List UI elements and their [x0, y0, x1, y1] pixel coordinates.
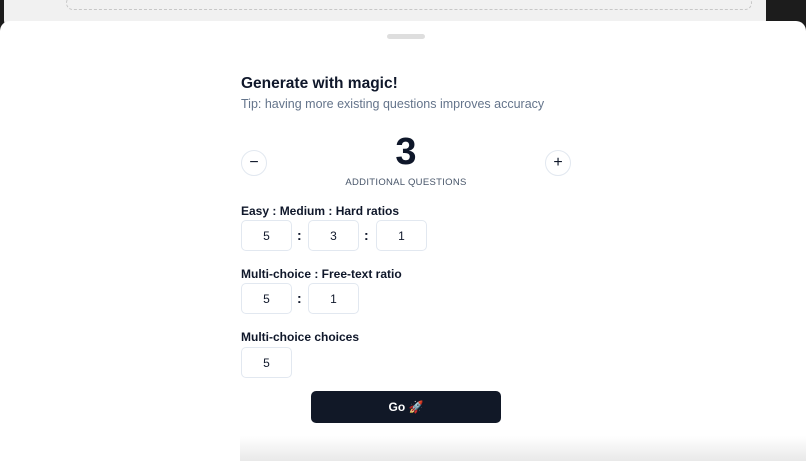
free-text-ratio-input[interactable]: 1 — [308, 283, 359, 314]
medium-ratio-input[interactable]: 3 — [308, 220, 359, 251]
sheet-drag-handle[interactable] — [387, 34, 425, 39]
ratio-separator: : — [297, 227, 302, 243]
dialog-tip: Tip: having more existing questions impr… — [241, 97, 545, 111]
choices-count-input[interactable]: 5 — [241, 347, 292, 378]
difficulty-ratio-label: Easy : Medium : Hard ratios — [241, 204, 400, 218]
multi-choice-ratio-input[interactable]: 5 — [241, 283, 292, 314]
hard-ratio-input[interactable]: 1 — [376, 220, 427, 251]
magic-generate-sheet: Generate with magic! Tip: having more ex… — [0, 21, 806, 461]
type-ratio-label: Multi-choice : Free-text ratio — [241, 267, 402, 281]
plus-icon: + — [553, 154, 563, 171]
bottom-fade — [240, 436, 806, 461]
go-button[interactable]: Go 🚀 — [311, 391, 501, 423]
ratio-separator: : — [297, 290, 302, 306]
background-dropzone — [66, 0, 752, 10]
choices-label: Multi-choice choices — [241, 330, 360, 344]
minus-icon: − — [249, 154, 259, 171]
dialog-title: Generate with magic! — [241, 75, 398, 92]
ratio-separator: : — [364, 227, 369, 243]
easy-ratio-input[interactable]: 5 — [241, 220, 292, 251]
question-count-label: ADDITIONAL QUESTIONS — [345, 177, 467, 188]
question-count: 3 — [395, 131, 417, 173]
increment-button[interactable]: + — [545, 150, 571, 176]
decrement-button[interactable]: − — [241, 150, 267, 176]
